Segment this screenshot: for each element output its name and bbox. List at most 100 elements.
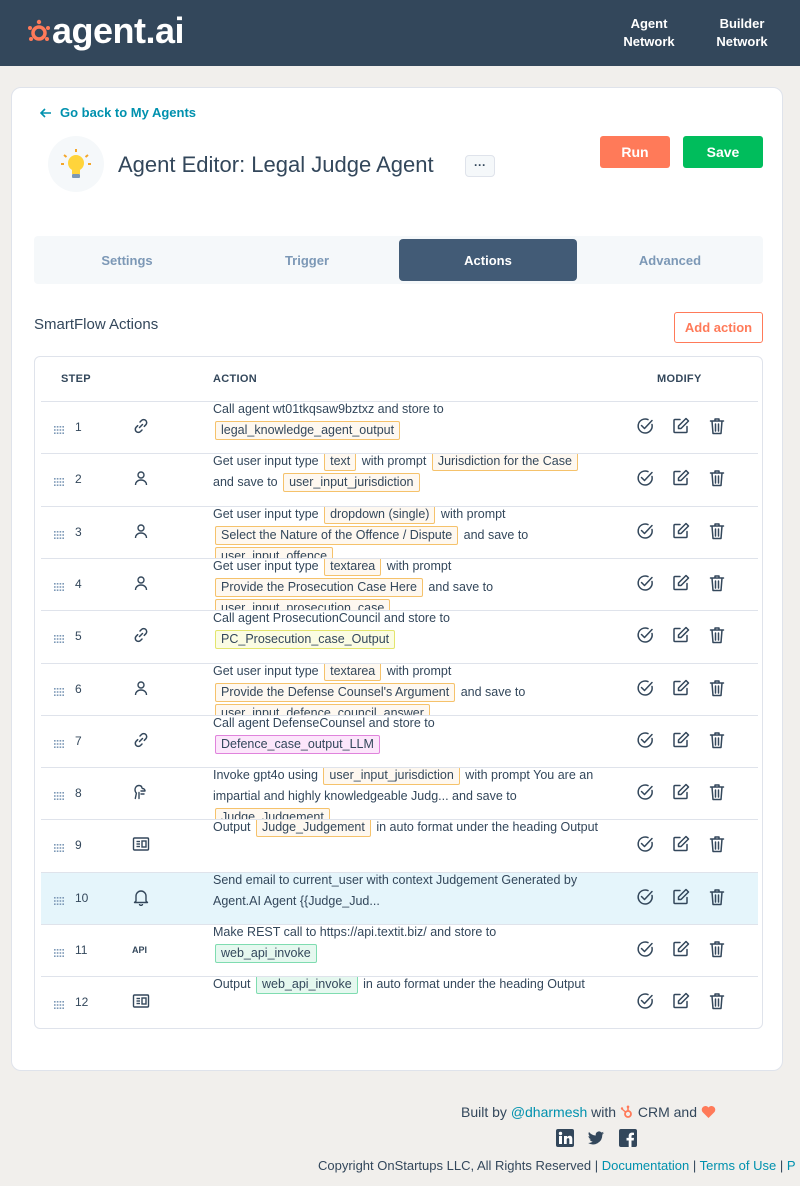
drag-handle-icon[interactable] [54, 839, 64, 853]
toggle-check-icon[interactable] [635, 887, 655, 907]
trash-icon[interactable] [707, 834, 727, 854]
table-row[interactable]: 9 Output Judge_Judgement in auto format u… [41, 819, 758, 871]
drag-handle-icon[interactable] [54, 735, 64, 748]
drag-handle-icon[interactable] [54, 578, 64, 591]
edit-icon[interactable] [671, 625, 691, 645]
variable-tag: user_input_jurisdiction [323, 768, 460, 786]
action-text: Get user input type [213, 663, 323, 678]
more-options-button[interactable]: ··· [465, 155, 495, 177]
drag-handle-icon[interactable] [54, 526, 64, 539]
table-row[interactable]: 6 Get user input type textarea with promp… [41, 662, 758, 716]
toggle-check-icon[interactable] [635, 416, 655, 436]
table-row[interactable]: 11 API Make REST call to https://api.texti… [41, 924, 758, 976]
variable-tag: textarea [324, 663, 382, 681]
edit-icon[interactable] [671, 991, 691, 1011]
toggle-check-icon[interactable] [635, 834, 655, 854]
toggle-check-icon[interactable] [635, 625, 655, 645]
documentation-link[interactable]: Documentation [602, 1158, 689, 1173]
tab-settings[interactable]: Settings [37, 239, 217, 281]
modify-controls [635, 887, 735, 907]
edit-icon[interactable] [671, 939, 691, 959]
trash-icon[interactable] [707, 625, 727, 645]
toggle-check-icon[interactable] [635, 991, 655, 1011]
trash-icon[interactable] [707, 939, 727, 959]
step-number: 5 [75, 629, 82, 644]
trash-icon[interactable] [707, 573, 727, 593]
table-row[interactable]: 2 Get user input type text with prompt Ju… [41, 453, 758, 505]
edit-icon[interactable] [671, 834, 691, 854]
nav-builder-network[interactable]: Builder Network [697, 15, 787, 51]
agent-ai-logo[interactable]: agent.ai [28, 11, 185, 51]
table-row[interactable]: 8 Invoke gpt4o using user_input_jurisdict… [41, 767, 758, 821]
linkedin-icon[interactable] [556, 1129, 574, 1147]
drag-handle-icon[interactable] [54, 630, 64, 644]
tab-advanced[interactable]: Advanced [580, 239, 760, 281]
section-title: SmartFlow Actions [34, 316, 159, 333]
nav-agent-network[interactable]: Agent Network [604, 15, 694, 51]
privacy-link[interactable]: P [787, 1158, 796, 1173]
tab-actions[interactable]: Actions [399, 239, 577, 281]
drag-handle-icon[interactable] [54, 944, 64, 957]
run-button[interactable]: Run [600, 136, 670, 168]
trash-icon[interactable] [707, 730, 727, 750]
edit-icon[interactable] [671, 782, 691, 802]
drag-handle-icon[interactable] [54, 683, 64, 696]
table-row[interactable]: 5 Call agent ProsecutionCouncil and store… [41, 610, 758, 662]
drag-handle-icon[interactable] [54, 787, 64, 801]
table-row[interactable]: 3 Get user input type dropdown (single) w… [41, 505, 758, 559]
trash-icon[interactable] [707, 782, 727, 802]
trash-icon[interactable] [707, 521, 727, 541]
back-link[interactable]: Go back to My Agents [40, 105, 196, 120]
action-text: Invoke gpt4o using [213, 768, 322, 783]
variable-tag: user_input_prosecution_case [215, 598, 391, 611]
header-modify: MODIFY [657, 373, 702, 385]
nav-builder-network-line2: Network [716, 34, 768, 49]
toggle-check-icon[interactable] [635, 468, 655, 488]
step-number: 6 [75, 681, 82, 696]
trash-icon[interactable] [707, 416, 727, 436]
toggle-check-icon[interactable] [635, 521, 655, 541]
edit-icon[interactable] [671, 521, 691, 541]
table-row[interactable]: 1 Call agent wt01tkqsaw9bztxz and store t… [41, 401, 758, 453]
terms-link[interactable]: Terms of Use [700, 1158, 777, 1173]
toggle-check-icon[interactable] [635, 730, 655, 750]
toggle-check-icon[interactable] [635, 782, 655, 802]
trash-icon[interactable] [707, 991, 727, 1011]
drag-handle-icon[interactable] [54, 421, 64, 434]
edit-icon[interactable] [671, 416, 691, 436]
nav-agent-network-line2: Network [623, 34, 675, 49]
save-button[interactable]: Save [683, 136, 763, 168]
trash-icon[interactable] [707, 678, 727, 698]
user-icon [131, 573, 151, 593]
edit-icon[interactable] [671, 730, 691, 750]
toggle-check-icon[interactable] [635, 678, 655, 698]
edit-icon[interactable] [671, 573, 691, 593]
table-row[interactable]: 7 Call agent DefenseCounsel and store to … [41, 714, 758, 767]
step-number: 8 [75, 786, 82, 801]
table-row[interactable]: 4 Get user input type textarea with promp… [41, 557, 758, 611]
toggle-check-icon[interactable] [635, 573, 655, 593]
drag-handle-icon[interactable] [54, 996, 64, 1010]
tab-trigger[interactable]: Trigger [217, 239, 397, 281]
back-link-label: Go back to My Agents [60, 105, 197, 120]
dharmesh-link[interactable]: @dharmesh [511, 1104, 587, 1120]
twitter-icon[interactable] [587, 1129, 605, 1147]
table-row[interactable]: 12 Output web_api_invoke in auto format u… [41, 976, 758, 1028]
action-description: Send email to current_user with context … [213, 873, 603, 925]
variable-tag: Provide the Defense Counsel's Argument [215, 682, 456, 702]
edit-icon[interactable] [671, 887, 691, 907]
facebook-icon[interactable] [619, 1129, 637, 1147]
drag-handle-icon[interactable] [54, 473, 64, 487]
edit-icon[interactable] [671, 678, 691, 698]
trash-icon[interactable] [707, 887, 727, 907]
edit-icon[interactable] [671, 468, 691, 488]
drag-handle-icon[interactable] [54, 892, 64, 905]
modify-controls [635, 468, 735, 488]
variable-tag: web_api_invoke [215, 944, 317, 963]
add-action-button[interactable]: Add action [674, 312, 763, 343]
step-number: 12 [75, 995, 89, 1010]
action-text: Output [213, 820, 254, 835]
toggle-check-icon[interactable] [635, 939, 655, 959]
trash-icon[interactable] [707, 468, 727, 488]
table-row[interactable]: 10 Send email to current_user with contex… [41, 871, 758, 925]
